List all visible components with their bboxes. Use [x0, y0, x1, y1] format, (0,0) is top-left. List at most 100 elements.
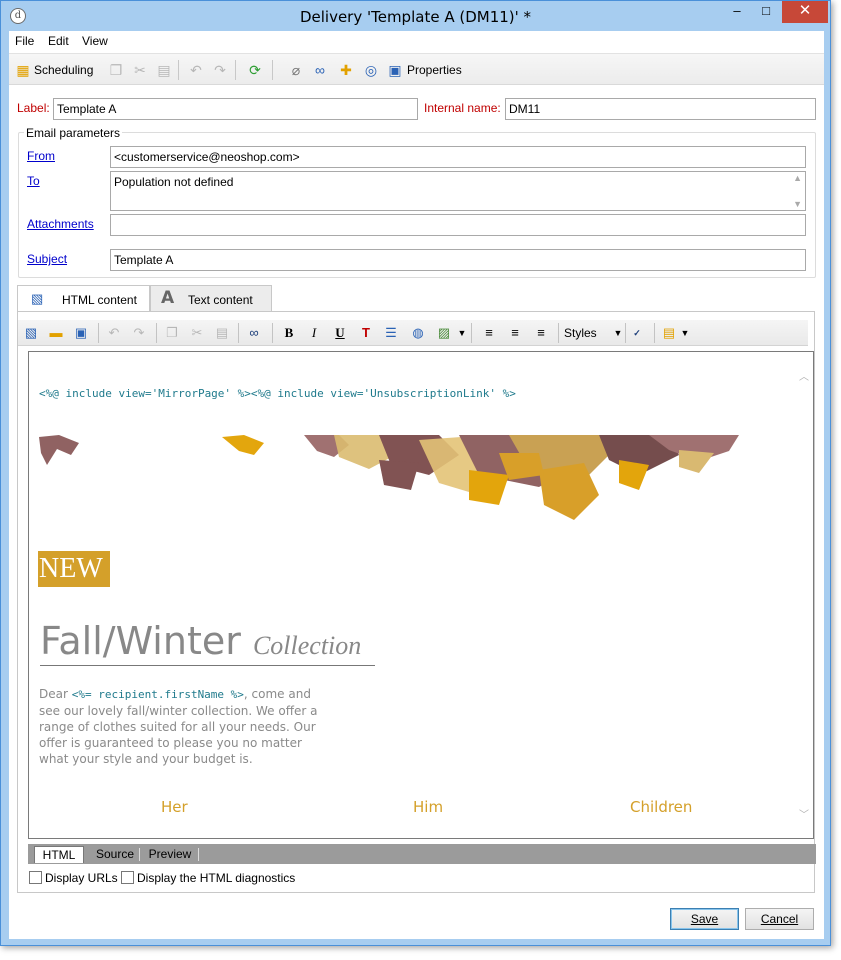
image-dropdown-icon[interactable]: ▼: [454, 325, 470, 341]
scroll-down-icon[interactable]: ﹀: [798, 806, 810, 821]
autumn-leaves-banner: [39, 435, 739, 520]
scroll-up-icon[interactable]: ▲: [793, 173, 802, 183]
personalization-dropdown-icon[interactable]: ▼: [677, 325, 693, 341]
html-editor-canvas[interactable]: <%@ include view='MirrorPage' %><%@ incl…: [28, 351, 814, 839]
from-link[interactable]: From: [27, 149, 55, 163]
styles-dropdown[interactable]: Styles: [564, 326, 597, 340]
window-title: Delivery 'Template A (DM11)' *: [299, 8, 532, 26]
attachments-link[interactable]: Attachments: [27, 217, 94, 231]
redo-icon[interactable]: ↷: [212, 62, 228, 78]
link-icon[interactable]: ∞: [312, 62, 328, 78]
editor-separator: [625, 323, 626, 343]
attachment-icon[interactable]: ⌀: [288, 62, 304, 78]
cut-icon[interactable]: ✂: [132, 62, 148, 78]
subject-link[interactable]: Subject: [27, 252, 67, 266]
copy-icon[interactable]: ❐: [108, 62, 124, 78]
insert-image-icon[interactable]: ▨: [436, 325, 452, 341]
headline-script: Collection: [252, 631, 362, 660]
underline-button[interactable]: U: [332, 325, 348, 341]
open-folder-icon[interactable]: ▬: [48, 325, 64, 341]
paste-icon[interactable]: ▤: [214, 325, 230, 341]
attachments-field[interactable]: [110, 214, 806, 236]
scroll-up-icon[interactable]: ︿: [798, 368, 810, 383]
editor-separator: [471, 323, 472, 343]
main-toolbar: ▦ Scheduling ❐ ✂ ▤ ↶ ↷ ⟳ ⌀ ∞ ✚ ◎ ▣ Prope…: [9, 53, 824, 85]
paste-icon[interactable]: ▤: [156, 62, 172, 78]
refresh-icon[interactable]: ⟳: [247, 62, 263, 78]
tab-html-content-label: HTML content: [62, 293, 137, 307]
close-button[interactable]: ✕: [782, 1, 828, 23]
from-field[interactable]: <customerservice@neoshop.com>: [110, 146, 806, 168]
properties-button[interactable]: Properties: [407, 63, 462, 77]
nav-link-her[interactable]: Her: [161, 798, 188, 816]
save-button-label: Save: [690, 912, 719, 926]
clipboard-icon[interactable]: ▣: [387, 62, 403, 78]
align-center-icon[interactable]: ≡: [507, 325, 523, 341]
cancel-button[interactable]: Cancel: [745, 908, 814, 930]
minimize-button[interactable]: –: [723, 1, 751, 23]
tab-html[interactable]: HTML: [34, 846, 84, 863]
delivery-window: d Delivery 'Template A (DM11)' * – □ ✕ F…: [0, 0, 831, 946]
display-urls-label: Display URLs: [45, 871, 118, 885]
tab-source[interactable]: Source: [90, 846, 140, 863]
tab-html-content[interactable]: ▧ HTML content: [17, 285, 150, 312]
find-binoculars-icon[interactable]: ∞: [246, 325, 262, 341]
align-right-icon[interactable]: ≡: [533, 325, 549, 341]
title-bar[interactable]: d Delivery 'Template A (DM11)' * – □ ✕: [1, 1, 830, 31]
undo-icon[interactable]: ↶: [106, 325, 122, 341]
menu-bar: File Edit View: [9, 31, 824, 51]
new-document-icon[interactable]: ▧: [23, 325, 39, 341]
nav-link-him[interactable]: Him: [413, 798, 443, 816]
align-left-icon[interactable]: ≡: [481, 325, 497, 341]
calendar-icon[interactable]: ▦: [15, 62, 31, 78]
toolbar-separator: [272, 60, 273, 80]
undo-icon[interactable]: ↶: [188, 62, 204, 78]
subject-field[interactable]: Template A: [110, 249, 806, 271]
gift-icon[interactable]: ✚: [338, 62, 354, 78]
editor-scrollbar[interactable]: ︿ ﹀: [796, 352, 813, 838]
toolbar-separator: [178, 60, 179, 80]
text-color-icon[interactable]: T: [358, 325, 374, 341]
personalization-icon[interactable]: ▤: [661, 325, 677, 341]
headline-underline: [40, 665, 375, 666]
new-badge: NEW: [38, 551, 110, 587]
to-value: Population not defined: [114, 175, 234, 189]
nav-link-children[interactable]: Children: [630, 798, 692, 816]
label-caption: Label:: [17, 101, 50, 115]
menu-view[interactable]: View: [82, 34, 108, 48]
italic-button[interactable]: I: [306, 325, 322, 341]
editor-separator: [156, 323, 157, 343]
collection-headline: Fall/Winter Collection: [40, 619, 361, 663]
editor-toolbar: ▧ ▬ ▣ ↶ ↷ ❐ ✂ ▤ ∞ B I U T ☰ ◍ ▨ ▼ ≡ ≡ ≡: [18, 320, 808, 346]
view-tab-separator: [198, 848, 199, 861]
redo-icon[interactable]: ↷: [131, 325, 147, 341]
copy-icon[interactable]: ❐: [164, 325, 180, 341]
styles-dropdown-icon[interactable]: ▼: [610, 325, 626, 341]
maximize-button[interactable]: □: [752, 1, 780, 23]
save-icon[interactable]: ▣: [73, 325, 89, 341]
cut-icon[interactable]: ✂: [189, 325, 205, 341]
save-button[interactable]: Save: [670, 908, 739, 930]
scheduling-button[interactable]: Scheduling: [34, 63, 93, 77]
editor-separator: [238, 323, 239, 343]
to-link[interactable]: To: [27, 174, 40, 188]
tab-preview[interactable]: Preview: [142, 846, 198, 863]
editor-separator: [654, 323, 655, 343]
label-field[interactable]: Template A: [53, 98, 418, 120]
bold-button[interactable]: B: [281, 325, 297, 341]
editor-separator: [98, 323, 99, 343]
target-icon[interactable]: ◎: [363, 62, 379, 78]
html-diagnostics-checkbox[interactable]: [121, 871, 134, 884]
internal-name-field[interactable]: DM11: [505, 98, 816, 120]
tab-text-content[interactable]: A Text content: [150, 285, 272, 311]
menu-edit[interactable]: Edit: [48, 34, 69, 48]
headline-main: Fall/Winter: [40, 619, 241, 663]
spellcheck-icon[interactable]: ✓: [629, 325, 645, 341]
scroll-down-icon[interactable]: ▼: [793, 199, 802, 209]
bullet-list-icon[interactable]: ☰: [383, 325, 399, 341]
insert-link-icon[interactable]: ◍: [410, 325, 426, 341]
to-field[interactable]: Population not defined ▲ ▼: [110, 171, 806, 211]
email-parameters-title: Email parameters: [24, 126, 123, 140]
menu-file[interactable]: File: [15, 34, 34, 48]
display-urls-checkbox[interactable]: [29, 871, 42, 884]
